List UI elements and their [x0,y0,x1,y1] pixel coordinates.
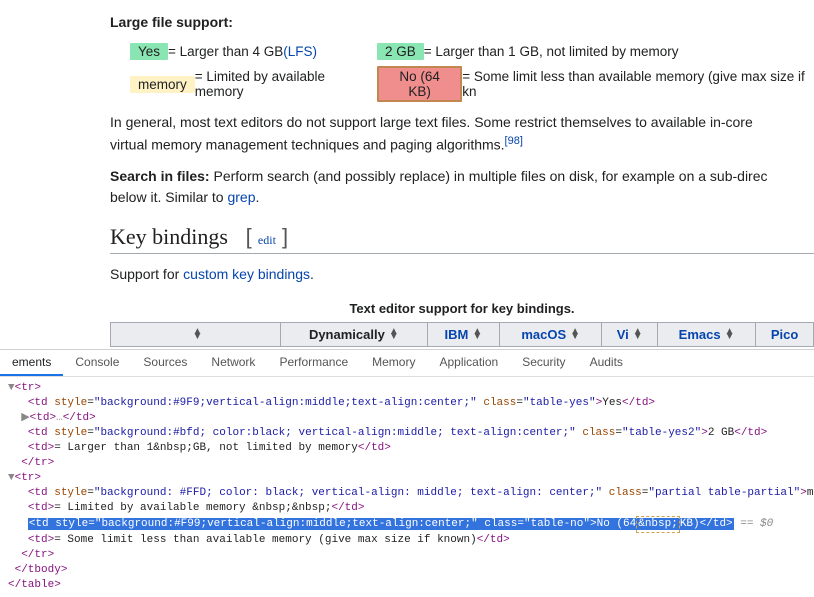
th-blank[interactable] [111,322,281,346]
expand-icon: ▼ [8,472,15,484]
legend-no: No (64 KB) [377,66,462,102]
key-bindings-heading: Key bindings [ edit ] [110,224,814,254]
dollar-zero: == $0 [734,518,774,530]
legend-memory-desc: = Limited by available memory [195,69,373,99]
table-header-row: Dynamically IBM macOS Vi Emacs Pico [111,322,814,346]
sort-icon[interactable] [633,329,643,339]
search-in-files-label: Search in files: [110,168,210,184]
tab-security[interactable]: Security [510,350,577,376]
large-file-support-label: Large file support: [110,14,233,30]
lfs-link[interactable]: (LFS) [283,44,317,59]
sort-icon[interactable] [389,329,399,339]
th-vi[interactable]: Vi [602,322,658,346]
th-dynamically[interactable]: Dynamically [281,322,428,346]
legend-row-2: memory = Limited by available memory No … [130,66,814,102]
sort-icon[interactable] [472,329,482,339]
citation-98[interactable]: [98] [505,135,523,147]
grep-link[interactable]: grep [227,189,255,205]
table-caption: Text editor support for key bindings. [110,295,814,322]
legend-yes-desc: = Larger than 4 GB [168,44,283,59]
legend-2gb-desc: = Larger than 1 GB, not limited by memor… [424,44,679,59]
tab-application[interactable]: Application [427,350,510,376]
sort-icon[interactable] [193,329,203,339]
legend-row-1: Yes = Larger than 4 GB (LFS) 2 GB = Larg… [130,43,814,60]
sort-icon[interactable] [725,329,735,339]
search-in-files-paragraph: Search in files: Perform search (and pos… [110,166,814,208]
edit-link[interactable]: edit [258,233,276,247]
devtools-panel: ements Console Sources Network Performan… [0,349,814,597]
legend-yes: Yes [130,43,168,60]
th-macos[interactable]: macOS [500,322,602,346]
legend-no-desc: = Some limit less than available memory … [462,69,814,99]
sort-icon[interactable] [570,329,580,339]
general-paragraph: In general, most text editors do not sup… [110,112,814,156]
tab-memory[interactable]: Memory [360,350,427,376]
th-pico[interactable]: Pico [756,322,814,346]
th-ibm[interactable]: IBM [427,322,499,346]
nbsp-highlight: &nbsp; [636,516,680,533]
custom-key-bindings-link[interactable]: custom key bindings [183,266,310,282]
th-emacs[interactable]: Emacs [657,322,755,346]
article-content: Large file support: Yes = Larger than 4 … [0,0,814,347]
tab-console[interactable]: Console [63,350,131,376]
tab-elements[interactable]: ements [0,350,63,376]
legend-memory: memory [130,76,195,93]
support-paragraph: Support for custom key bindings. [110,264,814,285]
legend-2gb: 2 GB [377,43,424,60]
tab-audits[interactable]: Audits [578,350,635,376]
tab-sources[interactable]: Sources [131,350,199,376]
tab-network[interactable]: Network [199,350,267,376]
key-bindings-table: Dynamically IBM macOS Vi Emacs Pico [110,322,814,347]
expand-icon: ▼ [8,382,15,394]
expand-icon: ▶ [21,412,29,424]
selected-node[interactable]: <td style="background:#F99;vertical-alig… [28,518,734,530]
tab-performance[interactable]: Performance [267,350,360,376]
devtools-tabs: ements Console Sources Network Performan… [0,350,814,377]
